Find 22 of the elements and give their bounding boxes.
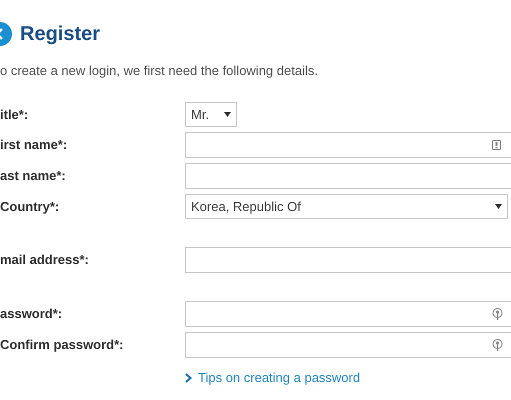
field-label: assword*: (0, 305, 64, 324)
country-dropdown[interactable]: Korea, Republic Of (185, 194, 508, 219)
text-input[interactable] (185, 132, 511, 158)
field-label: irst name*: (0, 136, 68, 154)
text-input[interactable] (185, 163, 511, 189)
field-label: Country*: (0, 198, 60, 216)
key-icon (492, 339, 503, 351)
intro-text: o create a new login, we first need the following details. (0, 64, 319, 77)
field-label: itle*: (0, 106, 30, 124)
dropdown-caret-icon (495, 204, 502, 209)
password-input[interactable] (185, 332, 511, 358)
title-dropdown[interactable]: Mr. (185, 102, 237, 127)
password-input[interactable] (185, 301, 511, 327)
tips-link[interactable]: Tips on creating a password (185, 368, 360, 388)
dropdown-caret-icon (224, 112, 231, 117)
page-title: Register (20, 24, 100, 44)
field-label: mail address*: (0, 251, 90, 270)
field-label: ast name*: (0, 167, 67, 186)
text-input[interactable] (185, 247, 511, 273)
field-label: Confirm password*: (0, 336, 125, 354)
key-icon (492, 308, 503, 320)
chevron-right-icon (185, 373, 192, 383)
